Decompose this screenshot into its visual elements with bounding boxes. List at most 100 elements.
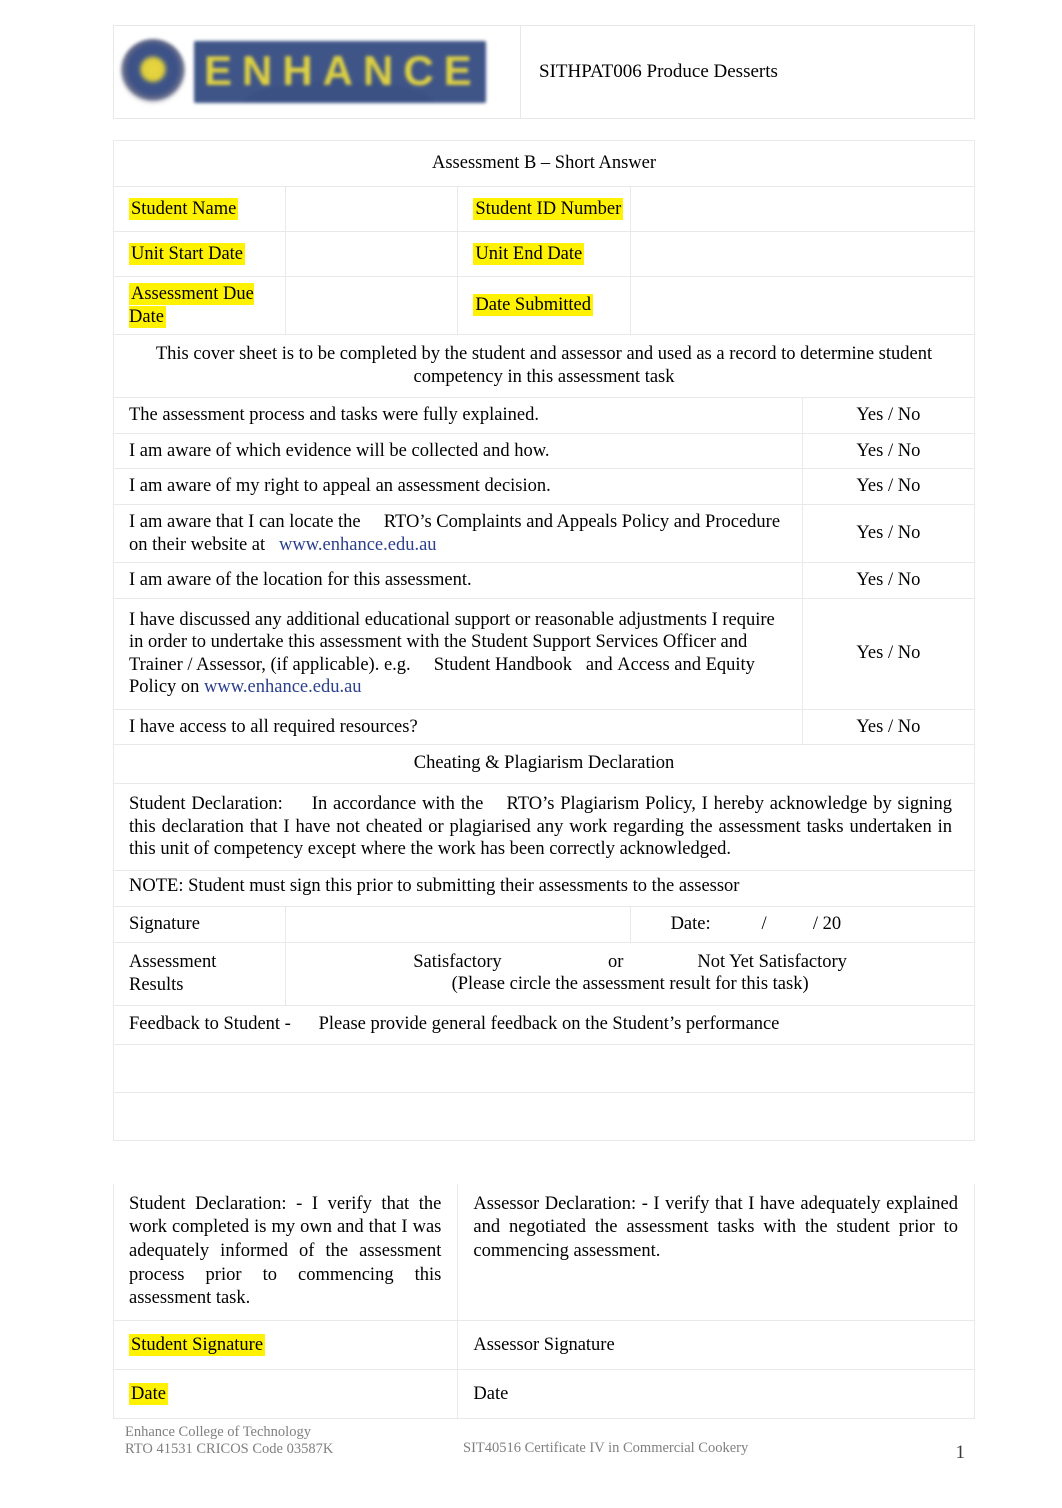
assessor-signature-field[interactable]: Assessor Signature [457,1319,975,1370]
table-row-feedback-prompt: Feedback to Student - Please provide gen… [113,1004,975,1045]
label-unit-start-date: Unit Start Date [112,231,287,277]
footer-page-number: 1 [955,1442,966,1463]
table-row-checklist-5: I am aware of the location for this asse… [113,562,976,599]
checklist-statement: I am aware of which evidence will be col… [113,432,803,470]
table-row-checklist-7: I have access to all required resources?… [113,708,976,746]
document-page: ENHANCE SITHPAT006 Produce Desserts Asse… [0,0,1062,1508]
table-row-feedback-blank-2 [113,1091,975,1141]
logo-cell: ENHANCE [113,25,521,119]
feedback-instruction: Please provide general feedback on the S… [318,1013,780,1034]
assessor-date-field[interactable]: Date [457,1368,975,1419]
label-student-id: Student ID Number [457,186,631,232]
table-row-student-name: Student Name Student ID Number [112,186,976,232]
date-label: Date: [670,914,711,935]
value-unit-start-date[interactable] [285,231,459,277]
feedback-input-area[interactable] [113,1043,975,1093]
value-assessment-due-date[interactable] [285,275,459,336]
cover-sheet-note: This cover sheet is to be completed by t… [113,334,975,399]
checklist-answer-yes-no[interactable]: Yes / No [801,597,976,710]
assessment-cover-sheet: ENHANCE SITHPAT006 Produce Desserts Asse… [112,25,976,1419]
student-final-declaration: Student Declaration: - I verify that the… [112,1182,459,1321]
signature-date-field[interactable]: Date: / / 20 [629,906,976,943]
checklist-answer-yes-no[interactable]: Yes / No [801,562,976,599]
document-header: ENHANCE SITHPAT006 Produce Desserts [113,25,975,119]
value-student-name[interactable] [285,186,459,232]
footer-institution: Enhance College of Technology RTO 41531 … [125,1424,333,1458]
feedback-input-area[interactable] [113,1091,975,1141]
enhance-logo: ENHANCE [120,39,520,105]
table-row-checklist-2: I am aware of which evidence will be col… [113,432,976,470]
checklist-answer-yes-no[interactable]: Yes / No [801,432,976,470]
table-row-checklist-1: The assessment process and tasks were fu… [113,397,976,434]
assessment-results-label: Assessment Results [112,941,287,1006]
table-row-checklist-3: I am aware of my right to appeal an asse… [113,468,976,505]
value-student-id[interactable] [629,186,976,232]
feedback-label: Feedback to Student - [129,1013,291,1034]
student-date-label: Date [129,1382,168,1405]
student-signature-label: Student Signature [129,1333,266,1356]
checklist-text-handbook: Student Handbook [433,654,573,675]
checklist-answer-yes-no[interactable]: Yes / No [801,397,976,434]
table-row-assessment-due-date: Assessment Due Date Date Submitted [112,275,976,336]
logo-wordmark-text: ENHANCE [204,47,482,94]
checklist-statement: I have access to all required resources? [113,708,803,746]
feedback-prompt: Feedback to Student - Please provide gen… [113,1004,975,1045]
label-student-name: Student Name [112,186,287,232]
table-row-checklist-6: I have discussed any additional educatio… [113,597,976,710]
checklist-text-a: I am aware that I can locate the [129,511,366,532]
enhance-website-link[interactable]: www.enhance.edu.au [204,677,362,697]
declaration-text-rto: RTO [506,794,543,814]
table-row-final-declarations: Student Declaration: - I verify that the… [112,1182,975,1321]
enhance-website-link[interactable]: www.enhance.edu.au [279,535,437,555]
student-signature-field[interactable]: Student Signature [112,1319,459,1370]
assessor-final-declaration: Assessor Declaration: - I verify that I … [457,1182,975,1321]
signature-input[interactable] [285,906,631,943]
checklist-statement: I am aware of my right to appeal an asse… [113,468,803,505]
results-label-line2: Results [129,974,184,995]
table-row-dates: Date Date [112,1368,975,1419]
table-row-assessment-results: Assessment Results Satisfactory or Not Ye… [112,941,975,1006]
declaration-text-a: In accordance with the [311,794,484,814]
assessment-title: Assessment B – Short Answer [113,140,975,187]
footer-qualification: SIT40516 Certificate IV in Commercial Co… [463,1440,749,1456]
footer-rto-code: RTO 41531 CRICOS Code 03587K [125,1441,334,1458]
checklist-answer-yes-no[interactable]: Yes / No [801,708,976,746]
checklist-answer-yes-no[interactable]: Yes / No [801,503,976,564]
value-unit-end-date[interactable] [629,231,976,277]
table-row-spacer [113,1139,975,1183]
assessment-result-instruction: (Please circle the assessment result for… [451,974,809,995]
checklist-text-and: and [585,654,613,675]
table-row-feedback-blank-1 [113,1043,975,1093]
student-date-field[interactable]: Date [112,1368,459,1419]
value-date-submitted[interactable] [629,275,976,336]
student-plagiarism-declaration: Student Declaration: In accordance with … [113,783,975,871]
checklist-statement-support: I have discussed any additional educatio… [113,597,803,710]
declaration-label: Student Declaration: [129,794,283,814]
logo-wordmark-band: ENHANCE [194,41,486,103]
label-date-submitted: Date Submitted [457,275,631,336]
checklist-statement-rto-complaints: I am aware that I can locate the RTO’s C… [113,503,803,564]
footer-college-name: Enhance College of Technology [125,1424,311,1440]
date-pattern: / / 20 [761,914,842,935]
checklist-text-rto: RTO [383,511,420,532]
assessment-result-options[interactable]: Satisfactory or Not Yet Satisfactory [286,951,974,974]
cover-sheet-table: Assessment B – Short Answer Student Name… [112,140,976,1419]
table-row-unit-start-date: Unit Start Date Unit End Date [112,231,976,277]
checklist-text-on: on [180,677,200,698]
checklist-statement: The assessment process and tasks were fu… [113,397,803,434]
table-row-signature: Signature Date: / / 20 [112,906,976,943]
signature-label: Signature [112,906,287,943]
checklist-statement: I am aware of the location for this asse… [113,562,803,599]
plagiarism-heading: Cheating & Plagiarism Declaration [113,744,975,784]
label-assessment-due-date: Assessment Due Date [112,275,287,336]
assessor-date-label: Date [473,1383,509,1404]
checklist-answer-yes-no[interactable]: Yes / No [801,468,976,505]
results-label-line1: Assessment [129,952,217,973]
logo-emblem-icon [120,39,186,105]
assessor-signature-label: Assessor Signature [473,1334,615,1355]
table-row-checklist-4: I am aware that I can locate the RTO’s C… [113,503,976,564]
table-row-signatures: Student Signature Assessor Signature [112,1319,975,1370]
spacer-cell [113,1139,975,1183]
page-footer: Enhance College of Technology RTO 41531 … [113,1424,975,1484]
label-unit-end-date: Unit End Date [457,231,631,277]
